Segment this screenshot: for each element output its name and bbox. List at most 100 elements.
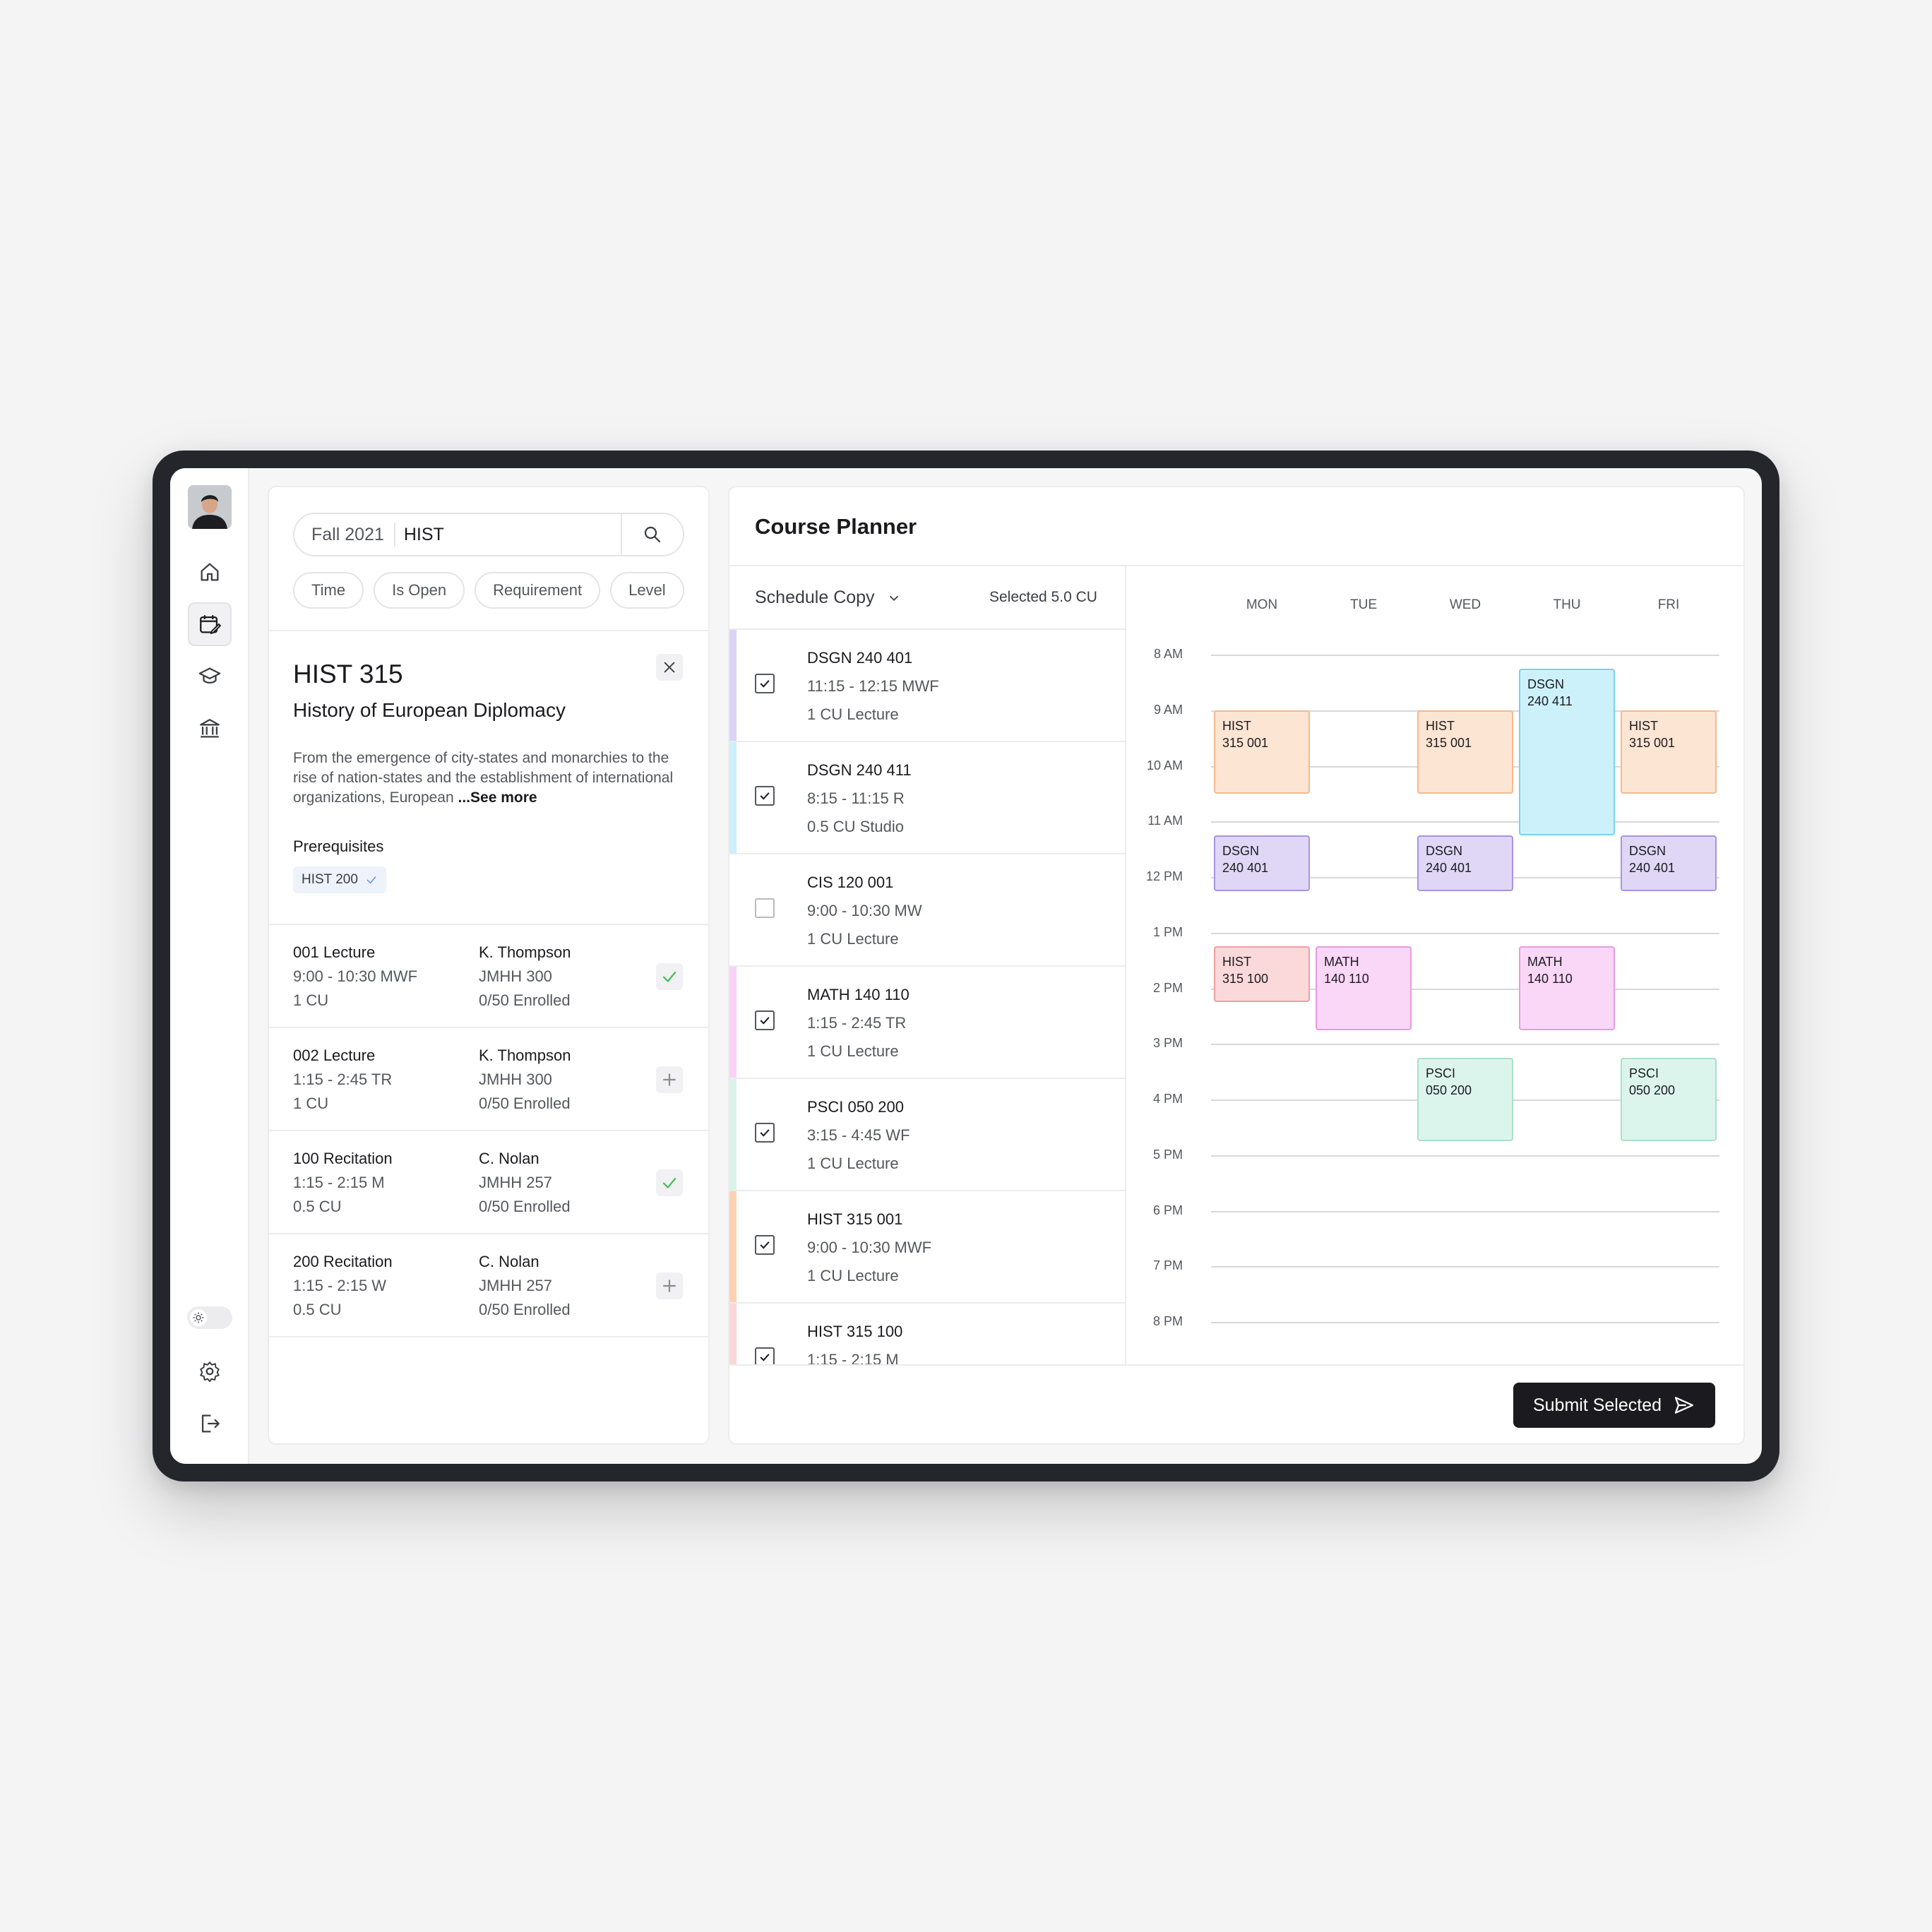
calendar-event[interactable]: HIST 315 100 [1214, 946, 1310, 1003]
section-credits: 1 CU [293, 1095, 329, 1112]
room: JMHH 257 [479, 1277, 552, 1294]
home-button[interactable] [188, 550, 232, 594]
settings-button[interactable] [188, 1349, 232, 1393]
course-search[interactable]: Fall 2021 HIST [293, 513, 684, 556]
course-checkbox[interactable] [755, 1347, 775, 1364]
enrollment: 0/50 Enrolled [479, 991, 571, 1009]
section-info: 001 Lecture 9:00 - 10:30 MWF 1 CU [293, 941, 417, 1013]
academics-button[interactable] [188, 655, 232, 698]
planned-course-item[interactable]: MATH 140 110 1:15 - 2:45 TR 1 CU Lecture [729, 965, 1125, 1078]
see-more-link[interactable]: ...See more [458, 789, 537, 806]
added-indicator[interactable] [656, 1169, 683, 1196]
filter-time[interactable]: Time [293, 572, 364, 609]
close-button[interactable] [656, 654, 683, 681]
search-button[interactable] [621, 514, 683, 555]
room: JMHH 300 [479, 967, 552, 985]
course-checkbox[interactable] [755, 1235, 775, 1255]
color-stripe [729, 1191, 737, 1302]
avatar[interactable] [188, 485, 232, 529]
calendar-event[interactable]: DSGN 240 401 [1214, 835, 1310, 891]
filter-is-open[interactable]: Is Open [374, 572, 465, 609]
section-row[interactable]: 001 Lecture 9:00 - 10:30 MWF 1 CU K. Thomps… [269, 924, 708, 1027]
event-subject: HIST [1222, 718, 1252, 733]
course-checkbox[interactable] [755, 1123, 775, 1143]
check-icon [760, 1241, 770, 1249]
course-info: MATH 140 110 1:15 - 2:45 TR 1 CU Lecture [807, 981, 910, 1066]
logout-button[interactable] [188, 1402, 232, 1445]
course-checkbox[interactable] [755, 1010, 775, 1030]
hour-label: 1 PM [1152, 924, 1183, 939]
section-info: 002 Lecture 1:15 - 2:45 TR 1 CU [293, 1044, 392, 1116]
schedule-name: Schedule Copy [755, 588, 875, 607]
selected-credits: Selected 5.0 CU [989, 589, 1097, 605]
course-credits: 1 CU Lecture [807, 930, 899, 948]
hour-gridline [1211, 1322, 1719, 1323]
add-section-button[interactable] [656, 1066, 683, 1093]
institution-button[interactable] [188, 707, 232, 751]
hour-gridline [1211, 1210, 1719, 1212]
submit-selected-button[interactable]: Submit Selected [1513, 1383, 1715, 1428]
event-subject: HIST [1629, 718, 1659, 733]
calendar-event[interactable]: MATH 140 110 [1519, 946, 1615, 1030]
calendar-event[interactable]: DSGN 240 401 [1417, 835, 1513, 891]
event-subject: MATH [1527, 955, 1563, 970]
search-input[interactable]: HIST [395, 525, 621, 545]
instructor: C. Nolan [479, 1150, 539, 1167]
calendar-event[interactable]: HIST 315 001 [1417, 710, 1513, 794]
calendar-event[interactable]: HIST 315 001 [1214, 710, 1310, 794]
course-time: 11:15 - 12:15 MWF [807, 677, 939, 695]
planned-course-item[interactable]: CIS 120 001 9:00 - 10:30 MW 1 CU Lecture [729, 853, 1125, 965]
course-time: 9:00 - 10:30 MWF [807, 1239, 932, 1256]
course-info: PSCI 050 200 3:15 - 4:45 WF 1 CU Lecture [807, 1093, 910, 1178]
course-name: PSCI 050 200 [807, 1098, 904, 1116]
event-subject: DSGN [1426, 843, 1463, 858]
close-icon [664, 662, 675, 673]
check-icon [366, 876, 376, 884]
color-stripe [729, 967, 737, 1078]
planned-course-item[interactable]: DSGN 240 401 11:15 - 12:15 MWF 1 CU Lectur… [729, 628, 1125, 741]
calendar-event[interactable]: MATH 140 110 [1316, 946, 1412, 1030]
section-row[interactable]: 002 Lecture 1:15 - 2:45 TR 1 CU K. Thompson… [269, 1027, 708, 1130]
calendar-event[interactable]: HIST 315 001 [1621, 710, 1717, 794]
event-number: 240 401 [1426, 860, 1472, 875]
send-icon [1674, 1397, 1694, 1414]
event-number: 315 001 [1222, 735, 1269, 750]
filter-requirement[interactable]: Requirement [475, 572, 601, 609]
planned-course-item[interactable]: HIST 315 001 9:00 - 10:30 MWF 1 CU Lecture [729, 1190, 1125, 1302]
schedule-button[interactable] [188, 602, 232, 646]
room: JMHH 300 [479, 1071, 552, 1088]
event-number: 140 110 [1527, 972, 1573, 986]
event-number: 240 411 [1527, 693, 1573, 708]
course-time: 1:15 - 2:15 M [807, 1351, 899, 1364]
section-time: 1:15 - 2:15 W [293, 1277, 387, 1294]
calendar-event[interactable]: DSGN 240 411 [1519, 668, 1615, 835]
term-selector[interactable]: Fall 2021 [294, 523, 395, 547]
calendar-event[interactable]: PSCI 050 200 [1417, 1057, 1513, 1142]
event-number: 315 100 [1222, 972, 1269, 986]
course-name: HIST 315 001 [807, 1210, 903, 1228]
course-checkbox[interactable] [755, 674, 775, 693]
theme-toggle[interactable] [187, 1306, 232, 1329]
prerequisite-badge[interactable]: HIST 200 [293, 866, 386, 893]
planned-course-list: DSGN 240 401 11:15 - 12:15 MWF 1 CU Lectur… [729, 628, 1125, 1364]
filter-level[interactable]: Level [610, 572, 684, 609]
course-checkbox[interactable] [755, 786, 775, 806]
section-row[interactable]: 200 Recitation 1:15 - 2:15 W 0.5 CU C. Nola… [269, 1233, 708, 1336]
planned-course-item[interactable]: PSCI 050 200 3:15 - 4:45 WF 1 CU Lecture [729, 1078, 1125, 1190]
section-row[interactable]: 100 Recitation 1:15 - 2:15 M 0.5 CU C. Nola… [269, 1130, 708, 1233]
event-number: 315 001 [1426, 735, 1472, 750]
hour-gridline [1211, 1266, 1719, 1268]
calendar-event[interactable]: DSGN 240 401 [1621, 835, 1717, 891]
schedule-dropdown[interactable]: Schedule Copy [755, 588, 902, 608]
event-number: 140 110 [1324, 972, 1369, 986]
planned-course-item[interactable]: HIST 315 1001:15 - 2:15 M0.5 CU Recitati… [729, 1302, 1125, 1364]
planned-course-item[interactable]: DSGN 240 411 8:15 - 11:15 R 0.5 CU Studio [729, 741, 1125, 853]
course-checkbox[interactable] [755, 898, 775, 918]
calendar-event[interactable]: PSCI 050 200 [1621, 1057, 1717, 1142]
hour-gridline [1211, 1044, 1719, 1046]
divider [269, 1336, 708, 1337]
add-section-button[interactable] [656, 1272, 683, 1299]
section-name: 002 Lecture [293, 1046, 376, 1064]
added-indicator[interactable] [656, 963, 683, 990]
section-name: 200 Recitation [293, 1253, 393, 1270]
